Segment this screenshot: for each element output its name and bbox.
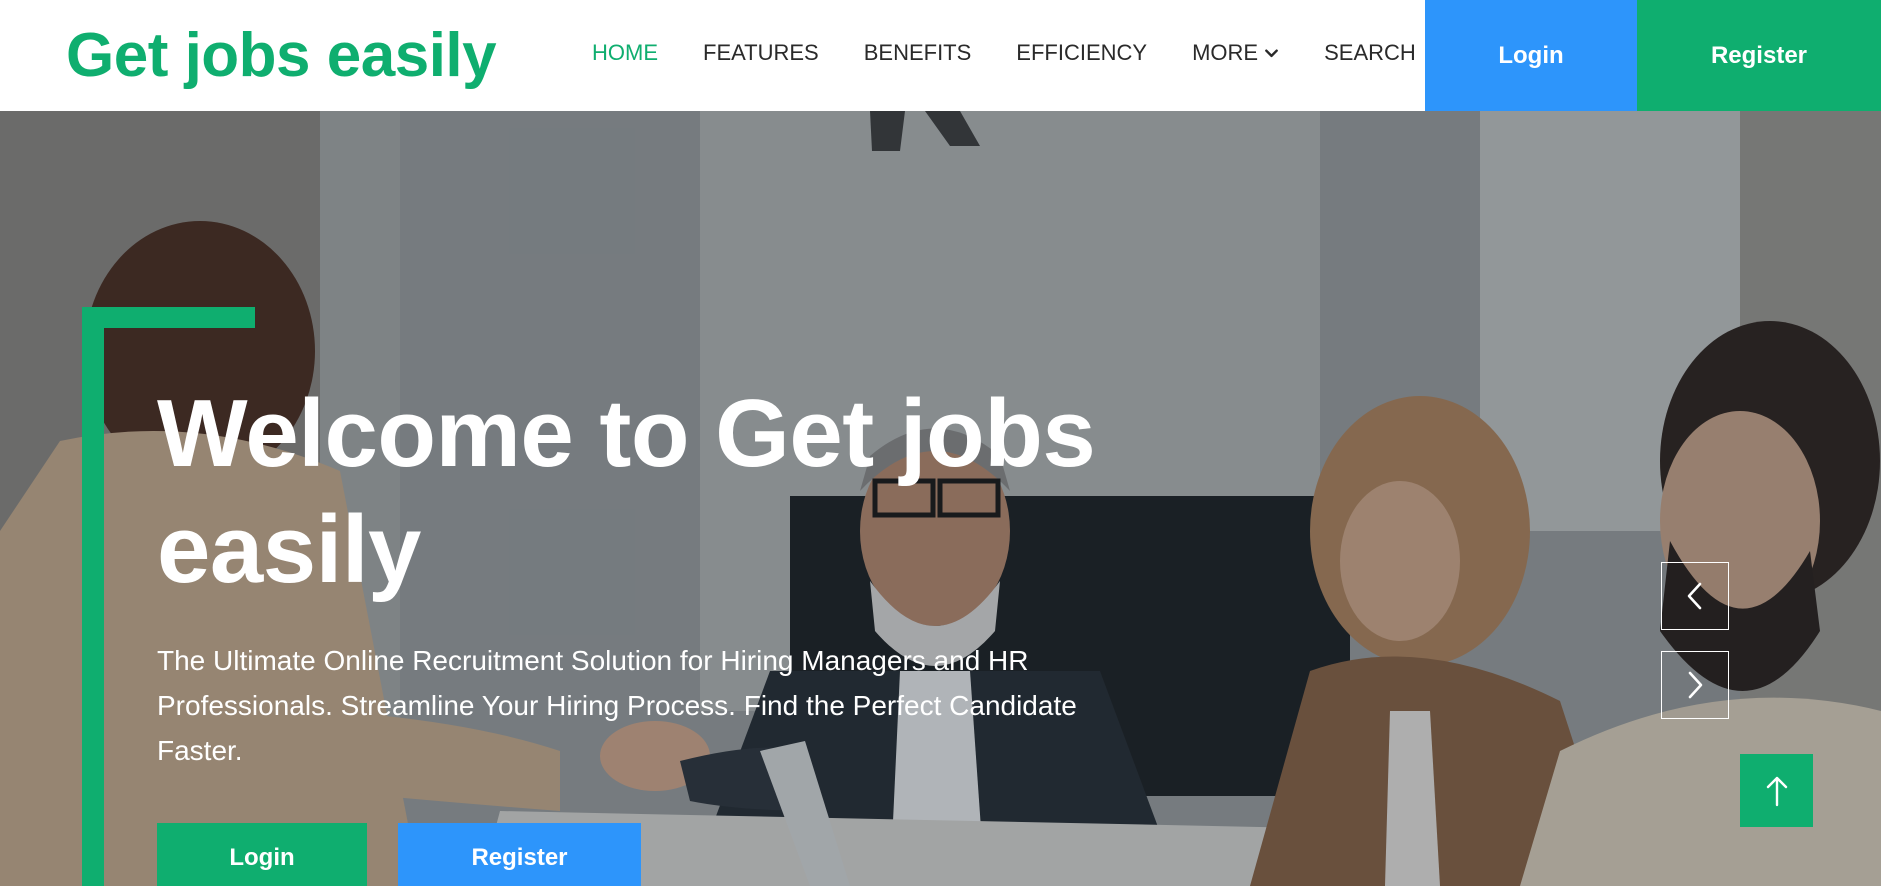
chevron-left-icon: [1687, 582, 1702, 610]
nav-item-label: SEARCH: [1324, 40, 1416, 65]
nav-item-label: BENEFITS: [863, 40, 972, 65]
hero-subtitle: The Ultimate Online Recruitment Solution…: [157, 645, 1077, 766]
nav-item-label: FEATURES: [703, 40, 819, 65]
nav-item-efficiency[interactable]: EFFICIENCY: [1016, 40, 1147, 66]
chevron-down-icon: [1265, 48, 1278, 57]
accent-frame-left: [82, 307, 104, 886]
back-to-top-button[interactable]: [1740, 754, 1813, 827]
nav-item-search[interactable]: SEARCH: [1324, 40, 1416, 66]
arrow-up-icon: [1766, 776, 1787, 806]
nav-item-benefits[interactable]: BENEFITS: [864, 40, 972, 66]
brand-logo[interactable]: Get jobs easily: [66, 20, 497, 91]
nav-item-more[interactable]: MORE: [1192, 40, 1279, 66]
hero-login-button[interactable]: Login: [157, 823, 367, 886]
header-login-button[interactable]: Login: [1425, 0, 1637, 111]
nav-item-label: EFFICIENCY: [1016, 40, 1148, 65]
hero-title: Welcome to Get jobs easily: [157, 380, 1096, 603]
carousel-next-button[interactable]: [1661, 651, 1729, 719]
nav-item-label: MORE: [1192, 40, 1259, 65]
header-register-button[interactable]: Register: [1637, 0, 1881, 111]
accent-frame-top: [82, 307, 255, 328]
nav-item-label: HOME: [592, 40, 658, 65]
main-nav: HOME FEATURES BENEFITS EFFICIENCY MORE S…: [592, 0, 1416, 106]
site-header: Get jobs easily HOME FEATURES BENEFITS E…: [0, 0, 1881, 111]
carousel-prev-button[interactable]: [1661, 562, 1729, 630]
hero-register-button[interactable]: Register: [398, 823, 641, 886]
chevron-right-icon: [1688, 671, 1703, 699]
hero-section: Welcome to Get jobs easily The Ultimate …: [0, 111, 1881, 886]
nav-item-home[interactable]: HOME: [592, 40, 658, 66]
nav-item-features[interactable]: FEATURES: [703, 40, 819, 66]
